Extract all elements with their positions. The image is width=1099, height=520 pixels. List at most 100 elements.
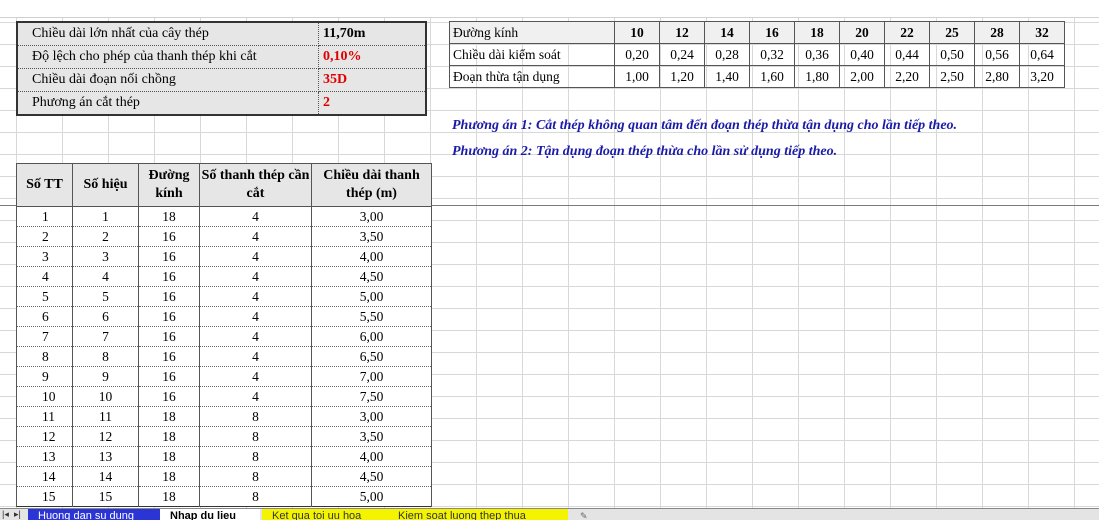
table-cell[interactable]: 2 (72, 226, 139, 247)
diameter-cell[interactable]: 12 (659, 21, 705, 44)
diameter-cell[interactable]: 1,60 (749, 65, 795, 88)
table-cell[interactable]: 4,50 (311, 466, 432, 487)
param-value[interactable]: 35D (318, 68, 427, 92)
table-cell[interactable]: 13 (16, 446, 73, 467)
table-cell[interactable]: 8 (199, 406, 312, 427)
diameter-row-label[interactable]: Đường kính (449, 21, 615, 44)
table-cell[interactable]: 4 (199, 346, 312, 367)
insert-sheet-icon[interactable]: ✎ (576, 509, 590, 520)
diameter-cell[interactable]: 0,64 (1019, 43, 1065, 66)
diameter-cell[interactable]: 2,20 (884, 65, 930, 88)
diameter-cell[interactable]: 0,20 (614, 43, 660, 66)
table-cell[interactable]: 4 (199, 246, 312, 267)
diameter-cell[interactable]: 0,36 (794, 43, 840, 66)
header-so-hieu[interactable]: Số hiệu (72, 163, 139, 207)
table-cell[interactable]: 10 (72, 386, 139, 407)
diameter-cell[interactable]: 1,20 (659, 65, 705, 88)
diameter-cell[interactable]: 18 (794, 21, 840, 44)
param-label[interactable]: Phương án cắt thép (16, 91, 319, 116)
table-cell[interactable]: 18 (138, 486, 200, 507)
diameter-cell[interactable]: 0,24 (659, 43, 705, 66)
diameter-cell[interactable]: 0,44 (884, 43, 930, 66)
table-cell[interactable]: 4 (72, 266, 139, 287)
table-cell[interactable]: 3,50 (311, 426, 432, 447)
param-value[interactable]: 2 (318, 91, 427, 116)
diameter-cell[interactable]: 1,40 (704, 65, 750, 88)
table-cell[interactable]: 5,00 (311, 486, 432, 507)
diameter-cell[interactable]: 28 (974, 21, 1020, 44)
table-cell[interactable]: 8 (16, 346, 73, 367)
diameter-cell[interactable]: 0,56 (974, 43, 1020, 66)
param-label[interactable]: Chiều dài lớn nhất của cây thép (16, 21, 319, 46)
table-cell[interactable]: 4 (199, 266, 312, 287)
table-cell[interactable]: 16 (138, 306, 200, 327)
diameter-cell[interactable]: 14 (704, 21, 750, 44)
sheet-tab[interactable]: Kiem soat luong thep thua (388, 509, 568, 520)
diameter-cell[interactable]: 1,80 (794, 65, 840, 88)
header-so-thanh[interactable]: Số thanh thép cần cắt (199, 163, 312, 207)
table-cell[interactable]: 7 (72, 326, 139, 347)
table-cell[interactable]: 16 (138, 326, 200, 347)
table-cell[interactable]: 7,00 (311, 366, 432, 387)
table-cell[interactable]: 16 (138, 366, 200, 387)
table-cell[interactable]: 12 (16, 426, 73, 447)
table-cell[interactable]: 3,50 (311, 226, 432, 247)
table-cell[interactable]: 4 (199, 206, 312, 227)
table-cell[interactable]: 4 (199, 326, 312, 347)
tab-scroll-next-icon[interactable]: ▸| (14, 509, 21, 520)
table-cell[interactable]: 13 (72, 446, 139, 467)
table-cell[interactable]: 8 (199, 466, 312, 487)
diameter-cell[interactable]: 3,20 (1019, 65, 1065, 88)
table-cell[interactable]: 18 (138, 446, 200, 467)
table-cell[interactable]: 18 (138, 466, 200, 487)
param-value[interactable]: 0,10% (318, 45, 427, 69)
table-cell[interactable]: 7,50 (311, 386, 432, 407)
diameter-cell[interactable]: 0,40 (839, 43, 885, 66)
diameter-cell[interactable]: 25 (929, 21, 975, 44)
param-value[interactable]: 11,70m (318, 21, 427, 46)
diameter-row-label[interactable]: Chiều dài kiểm soát (449, 43, 615, 66)
table-cell[interactable]: 16 (138, 286, 200, 307)
table-cell[interactable]: 6 (16, 306, 73, 327)
table-cell[interactable]: 6,50 (311, 346, 432, 367)
table-cell[interactable]: 4 (199, 306, 312, 327)
diameter-cell[interactable]: 0,32 (749, 43, 795, 66)
table-cell[interactable]: 5 (72, 286, 139, 307)
table-cell[interactable]: 3 (72, 246, 139, 267)
table-cell[interactable]: 9 (72, 366, 139, 387)
table-cell[interactable]: 14 (16, 466, 73, 487)
diameter-row-label[interactable]: Đoạn thừa tận dụng (449, 65, 615, 88)
diameter-cell[interactable]: 2,80 (974, 65, 1020, 88)
table-cell[interactable]: 4 (16, 266, 73, 287)
diameter-cell[interactable]: 32 (1019, 21, 1065, 44)
table-cell[interactable]: 11 (72, 406, 139, 427)
table-cell[interactable]: 10 (16, 386, 73, 407)
table-cell[interactable]: 3 (16, 246, 73, 267)
table-cell[interactable]: 5,00 (311, 286, 432, 307)
header-duong-kinh[interactable]: Đường kính (138, 163, 200, 207)
table-cell[interactable]: 3,00 (311, 406, 432, 427)
table-cell[interactable]: 4 (199, 386, 312, 407)
table-cell[interactable]: 9 (16, 366, 73, 387)
diameter-cell[interactable]: 22 (884, 21, 930, 44)
table-cell[interactable]: 6 (72, 306, 139, 327)
table-cell[interactable]: 16 (138, 226, 200, 247)
table-cell[interactable]: 5 (16, 286, 73, 307)
table-cell[interactable]: 18 (138, 426, 200, 447)
table-cell[interactable]: 8 (72, 346, 139, 367)
diameter-cell[interactable]: 1,00 (614, 65, 660, 88)
table-cell[interactable]: 4,00 (311, 446, 432, 467)
table-cell[interactable]: 16 (138, 386, 200, 407)
table-cell[interactable]: 15 (16, 486, 73, 507)
table-cell[interactable]: 1 (16, 206, 73, 227)
diameter-cell[interactable]: 2,00 (839, 65, 885, 88)
table-cell[interactable]: 16 (138, 266, 200, 287)
table-cell[interactable]: 4,50 (311, 266, 432, 287)
table-cell[interactable]: 18 (138, 406, 200, 427)
table-cell[interactable]: 18 (138, 206, 200, 227)
table-cell[interactable]: 8 (199, 426, 312, 447)
diameter-cell[interactable]: 10 (614, 21, 660, 44)
table-cell[interactable]: 16 (138, 246, 200, 267)
header-chieu-dai[interactable]: Chiều dài thanh thép (m) (311, 163, 432, 207)
table-cell[interactable]: 1 (72, 206, 139, 227)
